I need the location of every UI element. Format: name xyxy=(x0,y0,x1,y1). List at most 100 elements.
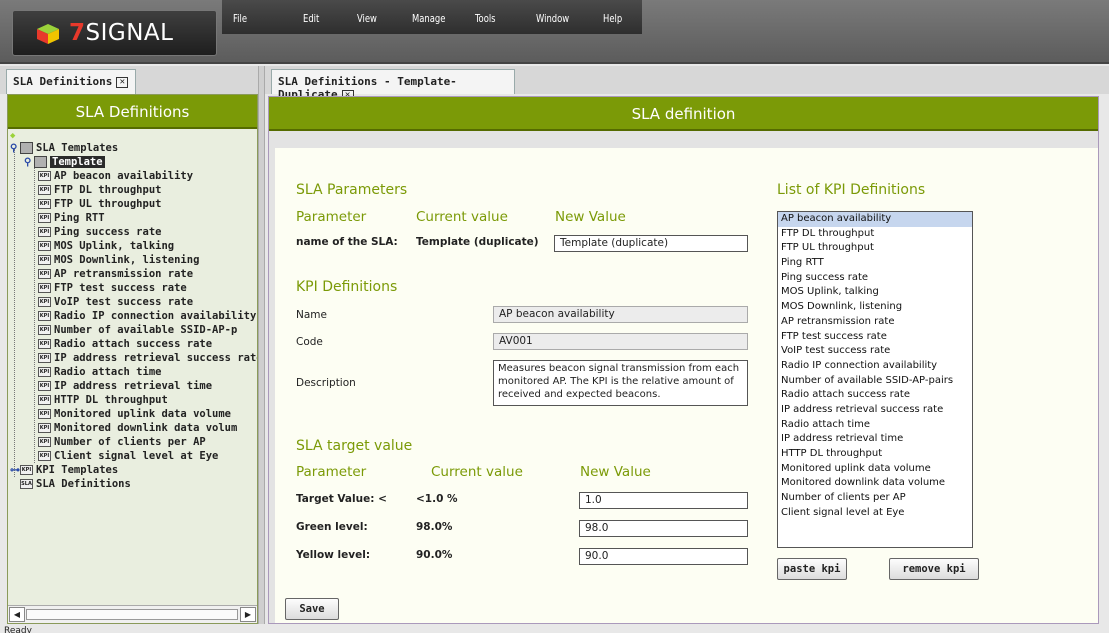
kpi-icon: KPI xyxy=(38,423,51,433)
tree-kpi-item[interactable]: KPI Radio IP connection availability xyxy=(38,309,256,323)
tree-kpi-item[interactable]: KPI IP address retrieval time xyxy=(38,379,212,393)
sla-tree-panel: SLA Definitions ◆ ⚲ SLA Templates ⚲ Templa… xyxy=(7,94,258,624)
menu-help[interactable]: Help xyxy=(603,12,622,25)
kpi-list-item[interactable]: Radio attach success rate xyxy=(778,388,972,403)
kpi-icon: KPI xyxy=(38,339,51,349)
menu-view[interactable]: View xyxy=(357,12,377,25)
kpi-list-item[interactable]: Monitored uplink data volume xyxy=(778,462,972,477)
expand-icon[interactable]: ⚲ xyxy=(10,142,20,156)
tree-node-kpi-templates[interactable]: ⊶ KPI KPI Templates xyxy=(10,463,118,477)
left-panel-title: SLA Definitions xyxy=(8,95,257,129)
tree-kpi-item[interactable]: KPI FTP test success rate xyxy=(38,281,187,295)
tree-kpi-label: Ping success rate xyxy=(54,226,162,238)
panel-splitter[interactable] xyxy=(258,66,265,624)
kpi-code-label: Code xyxy=(296,336,323,348)
sla-parameters-title: SLA Parameters xyxy=(296,182,408,198)
collapse-icon[interactable]: ⊶ xyxy=(10,464,20,478)
kpi-list-item[interactable]: Number of clients per AP xyxy=(778,491,972,506)
kpi-list-item[interactable]: Monitored downlink data volume xyxy=(778,476,972,491)
kpi-list-item[interactable]: FTP DL throughput xyxy=(778,227,972,242)
target-row-label: Yellow level: xyxy=(296,549,371,561)
tree-kpi-label: Monitored downlink data volum xyxy=(54,422,238,434)
tree-node-sla-definitions[interactable]: SLA SLA Definitions xyxy=(20,477,131,491)
target-row-input[interactable]: 1.0 xyxy=(579,492,748,509)
tree-kpi-label: HTTP DL throughput xyxy=(54,394,168,406)
kpi-list-item[interactable]: FTP test success rate xyxy=(778,330,972,345)
sla-definition-panel: SLA definition SLA Parameters Parameter … xyxy=(268,96,1099,624)
kpi-list-item[interactable]: VoIP test success rate xyxy=(778,344,972,359)
tree-kpi-item[interactable]: KPI MOS Uplink, talking xyxy=(38,239,174,253)
kpi-description-field[interactable]: Measures beacon signal transmission from… xyxy=(493,360,748,406)
tree-kpi-item[interactable]: KPI Radio attach time xyxy=(38,365,161,379)
kpi-icon: KPI xyxy=(38,311,51,321)
kpi-list-item[interactable]: MOS Downlink, listening xyxy=(778,300,972,315)
tree-kpi-item[interactable]: KPI AP beacon availability xyxy=(38,169,193,183)
kpi-list-item[interactable]: AP beacon availability xyxy=(778,212,972,227)
scroll-right-icon[interactable]: ▶ xyxy=(240,607,256,622)
kpi-list-item[interactable]: Ping success rate xyxy=(778,271,972,286)
tree-kpi-item[interactable]: KPI Radio attach success rate xyxy=(38,337,212,351)
kpi-icon: KPI xyxy=(38,255,51,265)
kpi-list-item[interactable]: Client signal level at Eye xyxy=(778,506,972,521)
tab-sla-definition-editor[interactable]: SLA Definitions - Template-Duplicate ✕ xyxy=(271,69,515,101)
expand-icon[interactable]: ⚲ xyxy=(24,156,34,170)
app-logo: 7SIGNAL xyxy=(12,10,217,56)
kpi-icon: KPI xyxy=(20,465,33,475)
tree-kpi-item[interactable]: KPI MOS Downlink, listening xyxy=(38,253,199,267)
paste-kpi-button[interactable]: paste kpi xyxy=(777,558,847,580)
tree-kpi-item[interactable]: KPI FTP DL throughput xyxy=(38,183,161,197)
kpi-icon: KPI xyxy=(38,269,51,279)
tree-kpi-item[interactable]: KPI Client signal level at Eye xyxy=(38,449,218,463)
kpi-list-item[interactable]: FTP UL throughput xyxy=(778,241,972,256)
kpi-list-item[interactable]: Radio attach time xyxy=(778,418,972,433)
menu-file[interactable]: File xyxy=(233,12,247,25)
sla-name-label: name of the SLA: xyxy=(296,236,398,248)
menu-tools[interactable]: Tools xyxy=(475,12,496,25)
save-button[interactable]: Save xyxy=(285,598,339,620)
tree-kpi-item[interactable]: KPI Ping success rate xyxy=(38,225,161,239)
logo-text: 7SIGNAL xyxy=(69,20,174,46)
kpi-list-item[interactable]: Radio IP connection availability xyxy=(778,359,972,374)
kpi-definitions-list[interactable]: AP beacon availability FTP DL throughput F… xyxy=(777,211,973,548)
menu-window[interactable]: Window xyxy=(536,12,569,25)
menu-edit[interactable]: Edit xyxy=(303,12,319,25)
close-icon[interactable]: ✕ xyxy=(116,76,129,88)
tree-kpi-item[interactable]: KPI Monitored downlink data volum xyxy=(38,421,237,435)
tree-kpi-item[interactable]: KPI VoIP test success rate xyxy=(38,295,193,309)
kpi-list-item[interactable]: IP address retrieval success rate xyxy=(778,403,972,418)
tree-kpi-item[interactable]: KPI IP address retrieval success rate xyxy=(38,351,257,365)
scroll-thumb[interactable] xyxy=(26,609,238,620)
kpi-list-item[interactable]: IP address retrieval time xyxy=(778,432,972,447)
tree-kpi-item[interactable]: KPI Number of clients per AP xyxy=(38,435,206,449)
remove-kpi-button[interactable]: remove kpi xyxy=(889,558,979,580)
tree-kpi-item[interactable]: KPI FTP UL throughput xyxy=(38,197,161,211)
tree-kpi-label: Monitored uplink data volume xyxy=(54,408,232,420)
target-row-input[interactable]: 90.0 xyxy=(579,548,748,565)
tree-kpi-label: AP retransmission rate xyxy=(54,268,194,280)
kpi-icon: KPI xyxy=(38,199,51,209)
kpi-list-item[interactable]: HTTP DL throughput xyxy=(778,447,972,462)
tree-kpi-label: IP address retrieval success rate xyxy=(54,352,257,364)
tree-kpi-item[interactable]: KPI HTTP DL throughput xyxy=(38,393,168,407)
tree-kpi-item[interactable]: KPI Monitored uplink data volume xyxy=(38,407,231,421)
kpi-list-item[interactable]: MOS Uplink, talking xyxy=(778,285,972,300)
target-row-input[interactable]: 98.0 xyxy=(579,520,748,537)
tree-node-template[interactable]: ⚲ Template xyxy=(24,155,105,169)
sla-name-input[interactable]: Template (duplicate) xyxy=(554,235,748,252)
sla-definitions-icon: SLA xyxy=(20,479,33,489)
kpi-icon: KPI xyxy=(38,409,51,419)
title-bar: 7SIGNAL File Edit View Manage Tools Window Hel… xyxy=(0,0,1109,64)
sla-name-current: Template (duplicate) xyxy=(416,236,539,248)
tree-node-sla-templates[interactable]: ⚲ SLA Templates xyxy=(10,141,118,155)
horizontal-scrollbar[interactable]: ◀ ▶ xyxy=(8,605,257,623)
tree-kpi-label: AP beacon availability xyxy=(54,170,194,182)
menu-manage[interactable]: Manage xyxy=(412,12,445,25)
scroll-left-icon[interactable]: ◀ xyxy=(9,607,25,622)
tree-kpi-item[interactable]: KPI Ping RTT xyxy=(38,211,105,225)
kpi-list-item[interactable]: Ping RTT xyxy=(778,256,972,271)
kpi-list-item[interactable]: Number of available SSID-AP-pairs xyxy=(778,374,972,389)
tab-sla-definitions[interactable]: SLA Definitions ✕ xyxy=(6,69,136,94)
kpi-list-item[interactable]: AP retransmission rate xyxy=(778,315,972,330)
tree-kpi-item[interactable]: KPI AP retransmission rate xyxy=(38,267,193,281)
tree-kpi-item[interactable]: KPI Number of available SSID-AP-p xyxy=(38,323,237,337)
